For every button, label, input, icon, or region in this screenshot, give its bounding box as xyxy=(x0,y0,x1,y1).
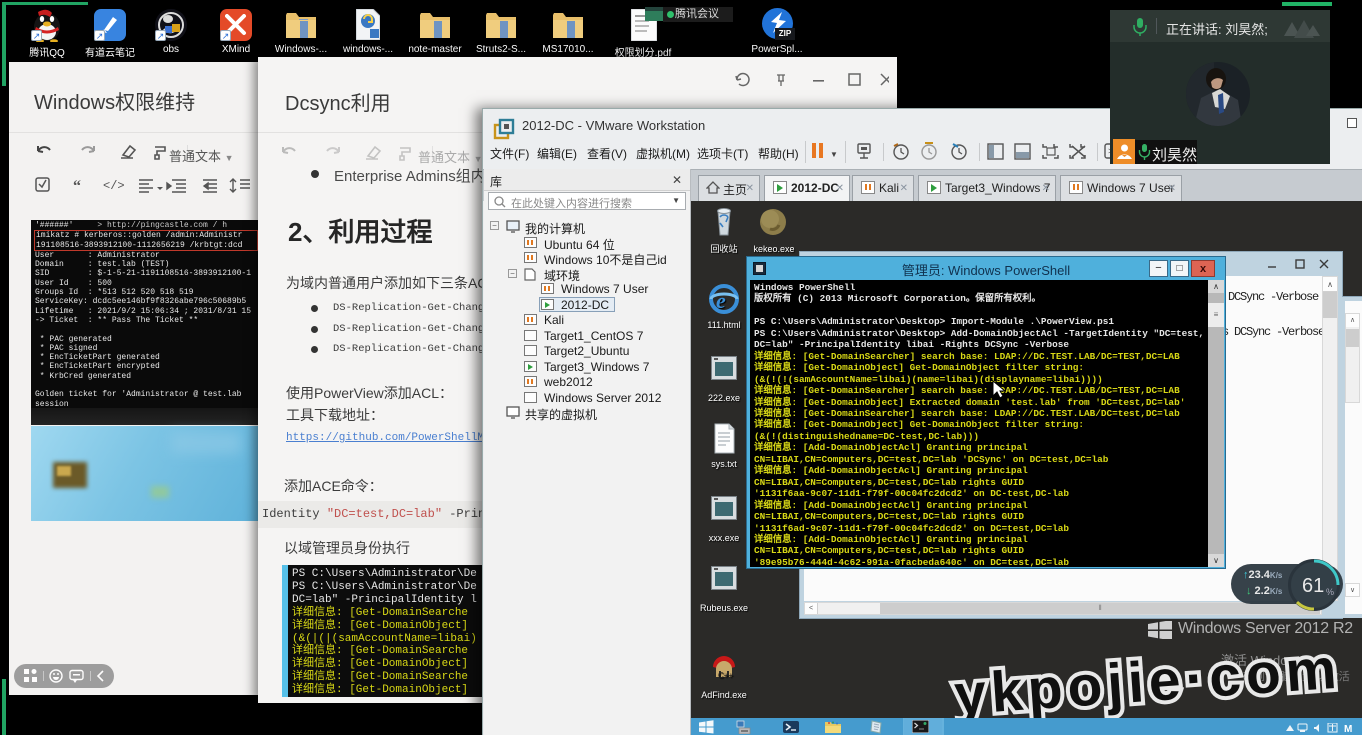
svg-text:61: 61 xyxy=(1302,575,1324,597)
svg-text:C++: C++ xyxy=(718,671,733,680)
svg-text:e: e xyxy=(716,288,726,313)
svg-text:</>: </> xyxy=(103,179,125,193)
svg-text:“: “ xyxy=(73,178,81,195)
svg-text:M: M xyxy=(1344,724,1352,733)
svg-text:%: % xyxy=(1326,587,1334,597)
